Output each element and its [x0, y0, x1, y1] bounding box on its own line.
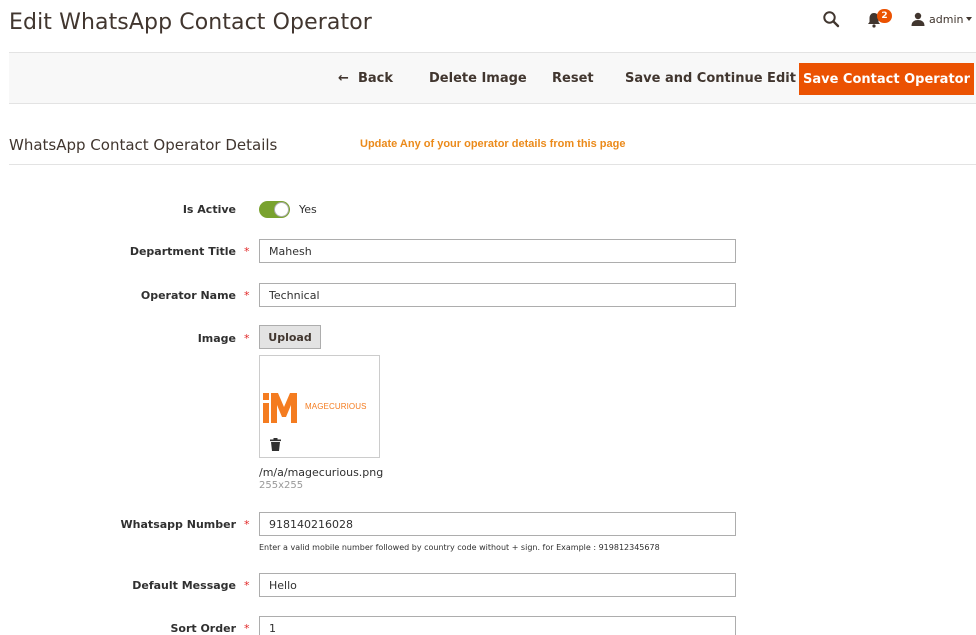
notifications-button[interactable]: 2 [867, 9, 895, 28]
page-actions-bar: ← Back Delete Image Reset Save and Conti… [9, 52, 976, 104]
required-mark: * [244, 289, 250, 302]
is-active-label: Is Active [182, 203, 236, 216]
default-message-label: Default Message [132, 579, 236, 592]
search-icon[interactable] [822, 10, 840, 28]
whatsapp-number-input[interactable] [259, 512, 736, 536]
department-title-input[interactable] [259, 239, 736, 263]
whatsapp-number-note: Enter a valid mobile number followed by … [259, 543, 660, 552]
operator-name-label: Operator Name [140, 289, 236, 302]
back-button[interactable]: ← Back [338, 53, 393, 104]
toggle-knob [274, 202, 289, 217]
delete-image-button[interactable]: Delete Image [429, 53, 527, 104]
required-mark: * [244, 579, 250, 592]
save-and-continue-button[interactable]: Save and Continue Edit [625, 53, 796, 104]
default-message-input[interactable] [259, 573, 736, 597]
whatsapp-number-label: Whatsapp Number [120, 518, 236, 531]
section-note: Update Any of your operator details from… [360, 138, 626, 150]
image-file-name: /m/a/magecurious.png [259, 466, 384, 479]
required-mark: * [244, 245, 250, 258]
user-icon [911, 12, 925, 26]
operator-name-input[interactable] [259, 283, 736, 307]
required-mark: * [244, 622, 250, 635]
image-label: Image [197, 332, 236, 345]
page-title: Edit WhatsApp Contact Operator [9, 10, 372, 35]
logo-text: MAGECURIOUS [305, 402, 367, 411]
arrow-left-icon: ← [338, 71, 358, 86]
image-file-size: 255x255 [259, 480, 304, 491]
required-mark: * [244, 332, 250, 345]
sort-order-label: Sort Order [170, 622, 236, 635]
required-mark: * [244, 518, 250, 531]
section-divider [9, 164, 976, 165]
user-name: admin [929, 12, 964, 26]
is-active-value: Yes [299, 203, 317, 216]
sort-order-input[interactable] [259, 616, 736, 635]
user-menu[interactable]: admin [911, 10, 973, 28]
back-button-label: Back [357, 71, 393, 86]
chevron-down-icon [966, 17, 973, 21]
reset-button[interactable]: Reset [552, 53, 594, 104]
upload-button[interactable]: Upload [259, 325, 321, 349]
save-button[interactable]: Save Contact Operator [799, 63, 974, 95]
image-preview: MAGECURIOUS [259, 355, 380, 458]
department-title-label: Department Title [129, 245, 236, 258]
section-title: WhatsApp Contact Operator Details [9, 136, 278, 154]
trash-icon[interactable] [270, 438, 281, 451]
notification-count-badge: 2 [877, 9, 892, 23]
magecurious-logo: MAGECURIOUS [261, 389, 379, 425]
is-active-toggle[interactable] [259, 201, 290, 218]
